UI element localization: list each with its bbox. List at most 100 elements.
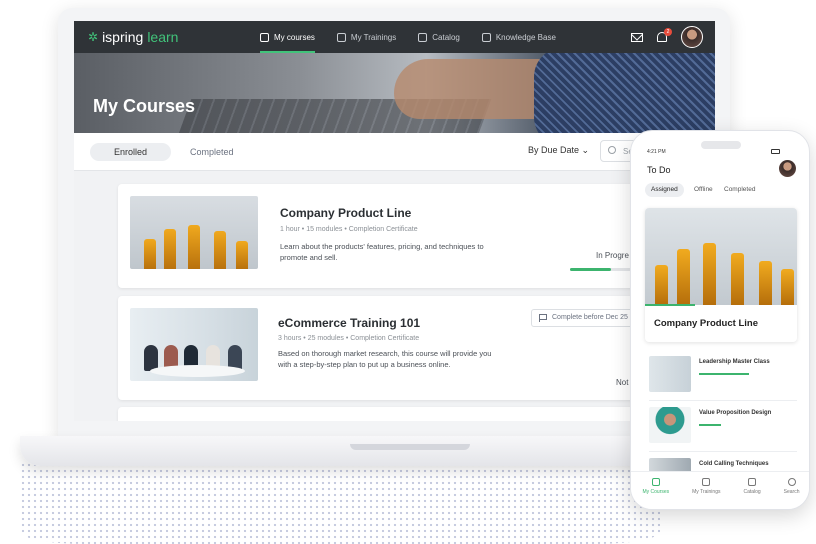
list-item-progress <box>699 424 721 426</box>
tab-bar: Enrolled Completed By Due Date ⌄ Se <box>74 133 715 171</box>
knowledge-icon <box>481 32 491 42</box>
course-thumbnail <box>130 308 258 381</box>
nav-label: My Trainings <box>350 32 397 42</box>
list-item[interactable]: Leadership Master Class <box>649 356 799 400</box>
avatar[interactable] <box>681 26 703 48</box>
featured-course-image <box>645 208 797 305</box>
tab-completed[interactable]: Completed <box>166 143 258 161</box>
nav-my-courses[interactable]: My courses <box>260 21 315 53</box>
list-item-title: Cold Calling Techniques <box>699 461 769 467</box>
bottle-shape <box>214 231 226 269</box>
course-thumbnail <box>130 196 258 269</box>
deadline-text: Complete before Dec 25 <box>552 314 628 321</box>
bottle-shape <box>677 249 690 305</box>
nav-catalog[interactable]: Catalog <box>418 21 460 53</box>
bottle-shape <box>236 241 248 269</box>
bottle-shape <box>164 229 176 269</box>
featured-course-card[interactable]: Company Product Line <box>645 208 797 342</box>
phone-tab-offline[interactable]: Offline <box>688 183 719 197</box>
bottle-shape <box>731 253 744 305</box>
featured-progress <box>645 304 695 306</box>
phone-tab-assigned[interactable]: Assigned <box>645 183 684 197</box>
nav-label: My courses <box>274 32 315 42</box>
course-status: Not <box>616 378 629 387</box>
bell-icon[interactable]: 2 <box>657 28 672 42</box>
phone-mockup: 4:21 PM To Do Assigned Offline Completed… <box>630 130 810 510</box>
progress-fill <box>570 268 611 271</box>
logo[interactable]: ✲ ispring learn <box>88 29 178 45</box>
phone-tab-completed[interactable]: Completed <box>718 183 761 197</box>
course-certificate: Completion Certificate <box>350 335 420 342</box>
logo-mark-icon: ✲ <box>88 30 99 44</box>
course-card[interactable] <box>118 407 638 421</box>
bottle-shape <box>144 239 156 269</box>
course-duration: 1 hour <box>280 226 300 233</box>
tab-enrolled[interactable]: Enrolled <box>90 143 172 161</box>
phone-time: 4:21 PM <box>647 149 666 155</box>
search-icon <box>608 146 616 154</box>
search-icon <box>787 478 796 486</box>
nav-my-trainings[interactable]: My Trainings <box>336 21 397 53</box>
course-description: Based on thorough market research, this … <box>278 349 492 369</box>
bottle-shape <box>655 265 668 305</box>
phone-nav-label: Search <box>783 489 800 495</box>
laptop-screen: ✲ ispring learn My courses My Trainings … <box>74 21 715 421</box>
list-item-progress <box>699 373 749 375</box>
page-title: My Courses <box>93 96 196 116</box>
hero-banner: My Courses <box>74 53 715 133</box>
phone-nav-label: My Courses <box>642 489 670 495</box>
calendar-icon <box>336 32 346 42</box>
bottle-shape <box>703 243 716 305</box>
nav-label: Catalog <box>432 32 460 42</box>
bottle-shape <box>759 261 772 305</box>
course-progress <box>570 268 638 271</box>
flag-icon <box>539 314 547 322</box>
nav-label: Knowledge Base <box>495 32 556 42</box>
course-certificate: Completion Certificate <box>348 226 418 233</box>
phone-title: To Do <box>647 165 671 175</box>
divider <box>649 451 797 452</box>
battery-icon <box>771 149 780 154</box>
sort-label: By Due Date <box>528 145 580 155</box>
list-item-title: Leadership Master Class <box>699 359 770 365</box>
course-title[interactable]: Company Product Line <box>280 206 411 220</box>
mail-icon[interactable] <box>631 32 643 42</box>
featured-course-title: Company Product Line <box>654 318 758 329</box>
book-icon <box>260 32 269 42</box>
phone-nav-catalog[interactable]: Catalog <box>743 478 761 509</box>
phone-nav-search[interactable]: Search <box>783 478 800 509</box>
avatar[interactable] <box>779 160 796 177</box>
phone-nav-my-courses[interactable]: My Courses <box>642 478 670 509</box>
phone-nav-my-trainings[interactable]: My Trainings <box>692 478 721 509</box>
phone-notch <box>701 141 741 149</box>
course-duration: 3 hours <box>278 335 302 342</box>
course-status: In Progre <box>596 251 629 260</box>
course-meta: 3 hours • 25 modules • Completion Certif… <box>278 335 420 342</box>
course-modules: 25 modules <box>307 335 344 342</box>
top-bar: ✲ ispring learn My courses My Trainings … <box>74 21 715 53</box>
logo-accent: learn <box>147 29 179 45</box>
logo-text: ispring <box>102 29 144 45</box>
laptop-notch <box>350 444 470 450</box>
chevron-down-icon: ⌄ <box>581 145 590 155</box>
bottle-shape <box>781 269 794 305</box>
nav-knowledge-base[interactable]: Knowledge Base <box>481 21 556 53</box>
course-title[interactable]: eCommerce Training 101 <box>278 316 420 330</box>
phone-bottom-nav: My Courses My Trainings Catalog Search <box>631 471 809 509</box>
calendar-icon <box>702 478 711 486</box>
notification-badge: 2 <box>664 28 672 36</box>
hero-sleeve <box>534 53 715 133</box>
course-card[interactable]: eCommerce Training 101 3 hours • 25 modu… <box>118 296 641 400</box>
sort-dropdown[interactable]: By Due Date ⌄ <box>528 145 589 156</box>
top-bar-actions: 2 <box>631 26 703 48</box>
course-card[interactable]: Company Product Line 1 hour • 15 modules… <box>118 184 638 288</box>
table-shape <box>150 365 245 377</box>
catalog-icon <box>418 32 428 42</box>
list-item-thumbnail <box>649 407 691 443</box>
list-item-title: Value Proposition Design <box>699 410 772 416</box>
list-item[interactable]: Value Proposition Design <box>649 407 799 451</box>
divider <box>649 400 797 401</box>
book-icon <box>651 478 660 486</box>
phone-nav-label: My Trainings <box>692 489 721 495</box>
course-description: Learn about the products' features, pric… <box>280 242 484 262</box>
